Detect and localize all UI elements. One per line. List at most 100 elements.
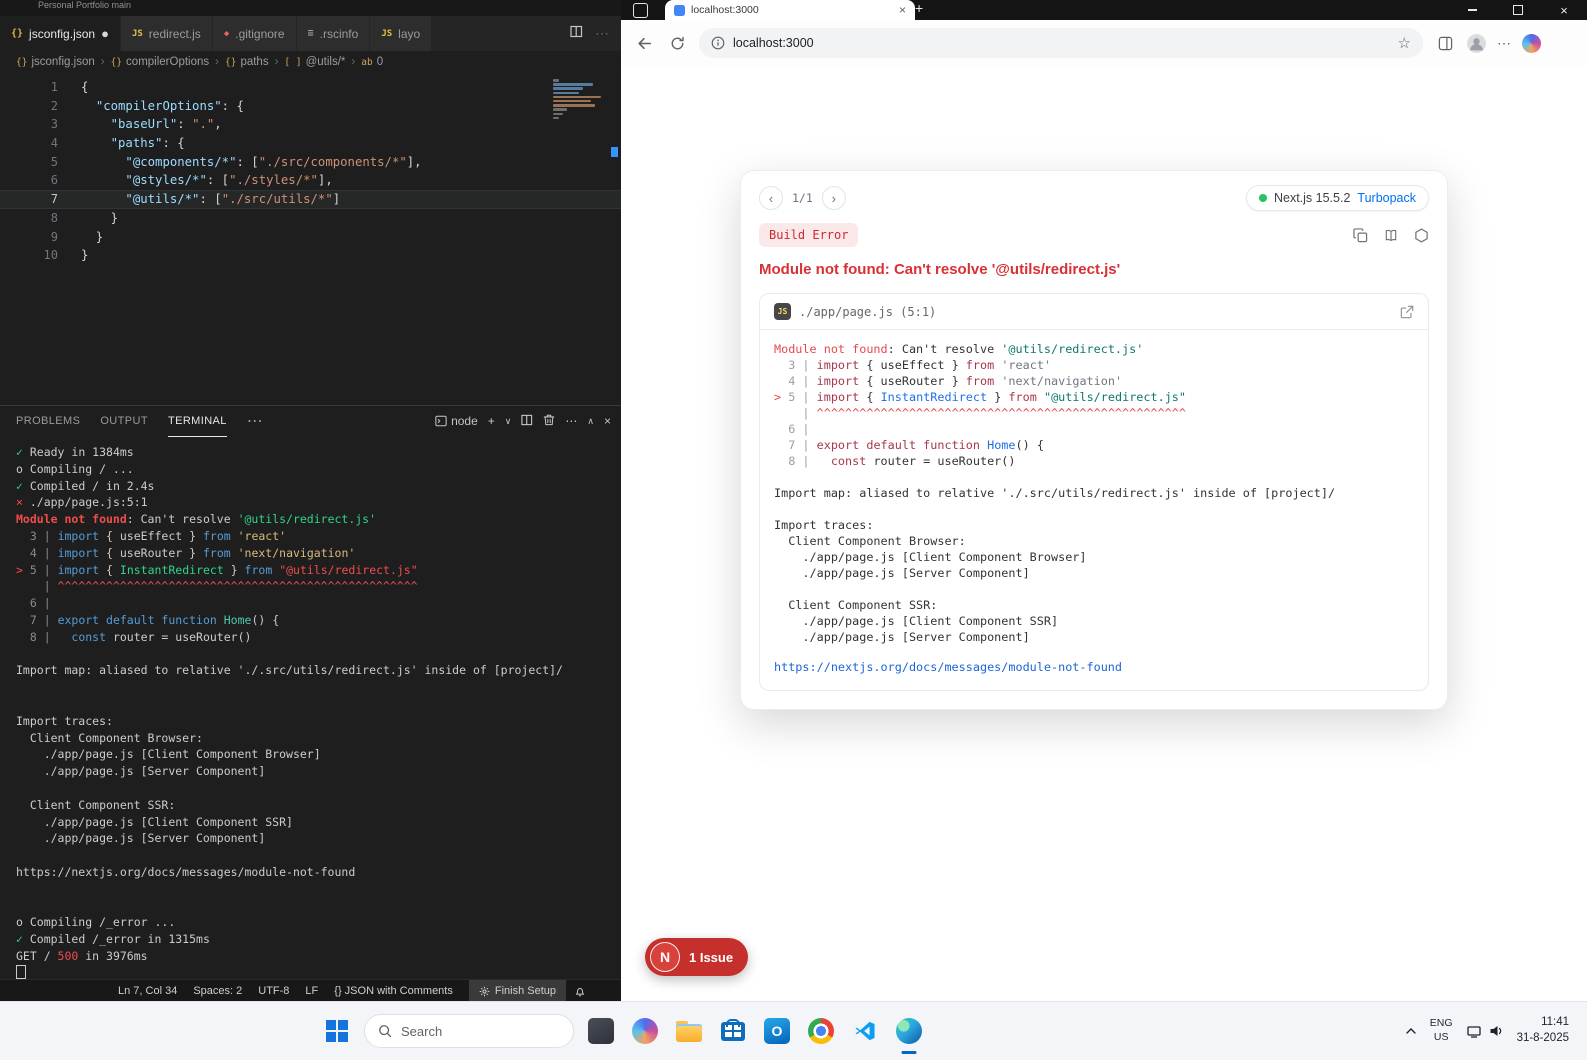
terminal-line: Module not found: Can't resolve '@utils/… — [16, 512, 377, 527]
terminal-line: × ./app/page.js:5:1 — [16, 495, 148, 510]
maximize-panel-icon[interactable]: ∧ — [587, 416, 594, 427]
site-info-icon[interactable] — [711, 36, 725, 50]
close-icon[interactable]: × — [1541, 0, 1587, 20]
status-item[interactable]: {} JSON with Comments — [334, 985, 453, 997]
terminal-line: ✓ Compiled / in 2.4s — [16, 478, 155, 493]
back-icon[interactable] — [633, 32, 655, 54]
taskbar-search[interactable]: Search — [364, 1014, 574, 1048]
app-icon-file-explorer[interactable] — [672, 1014, 706, 1048]
code-line-7[interactable]: 7 "@utils/*": ["./src/utils/*"] — [0, 190, 621, 209]
terminal-line: o Compiling /_error ... — [16, 915, 176, 930]
new-terminal-icon[interactable]: + — [488, 414, 495, 428]
system-tray[interactable] — [1466, 1025, 1504, 1038]
page-content: ‹ 1/1 › Next.js 15.5.2 Turbopack Build E… — [621, 66, 1587, 1002]
status-item[interactable]: LF — [305, 985, 318, 997]
panel-more-actions-icon[interactable]: ⋯ — [565, 414, 577, 428]
taskbar-clock[interactable]: 11:41 31-8-2025 — [1517, 1015, 1569, 1046]
desktop: Personal Portfolio main {} jsconfig.json ●… — [0, 0, 1587, 1060]
open-in-editor-icon[interactable] — [1400, 305, 1414, 319]
launch-profile-button[interactable]: node — [435, 414, 478, 428]
docs-book-icon[interactable] — [1383, 228, 1399, 243]
prev-error-button[interactable]: ‹ — [759, 186, 783, 210]
status-dot — [1258, 194, 1267, 202]
panel-tab-output[interactable]: OUTPUT — [100, 406, 148, 437]
minimize-icon[interactable] — [1449, 0, 1495, 20]
breadcrumb-item-paths[interactable]: {} paths — [225, 56, 269, 68]
panel-tab-terminal[interactable]: TERMINAL — [167, 406, 227, 437]
tab-actions-icon[interactable] — [633, 3, 648, 18]
window-controls: × — [1449, 0, 1587, 20]
status-item[interactable]: UTF-8 — [258, 985, 289, 997]
breadcrumb-separator: › — [215, 56, 219, 68]
panel-more-icon[interactable]: ⋯ — [247, 411, 263, 431]
app-icon-chrome[interactable] — [804, 1014, 838, 1048]
editor-tab-redirect.js[interactable]: JS redirect.js — [120, 16, 213, 51]
editor-tab-.rscinfo[interactable]: ≡ .rscinfo — [296, 16, 371, 51]
code-line-2[interactable]: 2 "compilerOptions": { — [0, 97, 621, 116]
app-icon-vscode[interactable] — [848, 1014, 882, 1048]
terminal-output[interactable]: ✓ Ready in 1384ms o Compiling / ... ✓ Comp… — [0, 436, 621, 980]
language-indicator[interactable]: ENG US — [1430, 1017, 1453, 1044]
browser-tab[interactable]: localhost:3000 × — [665, 0, 915, 20]
profile-avatar[interactable] — [1467, 33, 1486, 53]
editor-tab-.gitignore[interactable]: ◆ .gitignore — [212, 16, 297, 51]
breadcrumb-item-@utils/*[interactable]: [ ] @utils/* — [284, 56, 345, 68]
nodejs-hexagon-icon[interactable] — [1414, 227, 1429, 243]
code-line-8[interactable]: 8 } — [0, 209, 621, 228]
issue-count-label: 1 Issue — [689, 949, 734, 965]
breadcrumb-item-0[interactable]: ab 0 — [361, 56, 383, 68]
maximize-icon[interactable] — [1495, 0, 1541, 20]
refresh-icon[interactable] — [666, 32, 688, 54]
editor-tab-layo[interactable]: JS layo — [370, 16, 433, 51]
split-editor-icon[interactable] — [570, 25, 583, 43]
breadcrumb-item-jsconfig.json[interactable]: {} jsconfig.json — [16, 56, 95, 68]
app-icon-copilot[interactable] — [628, 1014, 662, 1048]
finish-setup-button[interactable]: Finish Setup — [468, 980, 567, 1002]
code-line-6[interactable]: 6 "@styles/*": ["./styles/*"], — [0, 171, 621, 190]
status-item[interactable]: Ln 7, Col 34 — [118, 985, 177, 997]
split-screen-icon[interactable] — [1434, 32, 1456, 54]
close-panel-icon[interactable]: × — [604, 414, 611, 428]
terminal-line: Client Component SSR: — [16, 797, 176, 812]
code-line-4[interactable]: 4 "paths": { — [0, 134, 621, 153]
app-icon-snipping[interactable] — [584, 1014, 618, 1048]
symbol-icon: {} — [16, 56, 28, 68]
line-number: 5 — [50, 154, 58, 169]
error-message: Module not found: Can't resolve '@utils/… — [759, 261, 1121, 278]
code-editor[interactable]: 1{2 "compilerOptions": {3 "baseUrl": "."… — [0, 73, 621, 410]
tab-close-icon[interactable]: × — [899, 3, 906, 17]
hidden-icons-chevron[interactable] — [1405, 1022, 1417, 1040]
docs-link[interactable]: https://nextjs.org/docs/messages/module-… — [774, 659, 1122, 675]
app-icon-store[interactable] — [716, 1014, 750, 1048]
split-terminal-icon[interactable] — [521, 414, 533, 429]
app-icon-edge[interactable] — [892, 1014, 926, 1048]
nextjs-version-pill[interactable]: Next.js 15.5.2 Turbopack — [1245, 185, 1429, 211]
address-bar[interactable]: localhost:3000 ☆ — [699, 28, 1423, 58]
code-line-1[interactable]: 1{ — [0, 78, 621, 97]
panel-tab-problems[interactable]: PROBLEMS — [16, 406, 80, 437]
copilot-icon[interactable] — [1522, 33, 1541, 53]
nextjs-issue-indicator[interactable]: N 1 Issue — [645, 938, 749, 976]
start-button[interactable] — [320, 1014, 354, 1048]
next-error-button[interactable]: › — [821, 186, 846, 210]
code-line-10[interactable]: 10} — [0, 246, 621, 265]
app-icon-outlook[interactable]: O — [760, 1014, 794, 1048]
status-item[interactable]: Spaces: 2 — [193, 985, 242, 997]
frame-line: ./app/page.js [Server Component] — [774, 630, 1030, 644]
editor-tab-jsconfig.json[interactable]: {} jsconfig.json ● — [0, 16, 121, 51]
kill-terminal-icon[interactable] — [543, 413, 555, 429]
code-line-5[interactable]: 5 "@components/*": ["./src/components/*"… — [0, 153, 621, 172]
notifications-bell-icon[interactable] — [574, 985, 586, 998]
code-line-3[interactable]: 3 "baseUrl": ".", — [0, 115, 621, 134]
minimap[interactable] — [553, 79, 607, 121]
code-line-9[interactable]: 9 } — [0, 228, 621, 247]
bookmark-star-icon[interactable]: ☆ — [1398, 34, 1411, 52]
line-number: 2 — [50, 98, 58, 113]
terminal-dropdown-icon[interactable]: ∨ — [505, 416, 512, 427]
browser-menu-icon[interactable]: ⋯ — [1497, 35, 1511, 52]
copy-error-icon[interactable] — [1353, 227, 1368, 243]
breadcrumb-item-compilerOptions[interactable]: {} compilerOptions — [111, 56, 210, 68]
more-actions-icon[interactable]: ⋯ — [595, 25, 609, 42]
new-tab-icon[interactable]: + — [915, 0, 923, 16]
